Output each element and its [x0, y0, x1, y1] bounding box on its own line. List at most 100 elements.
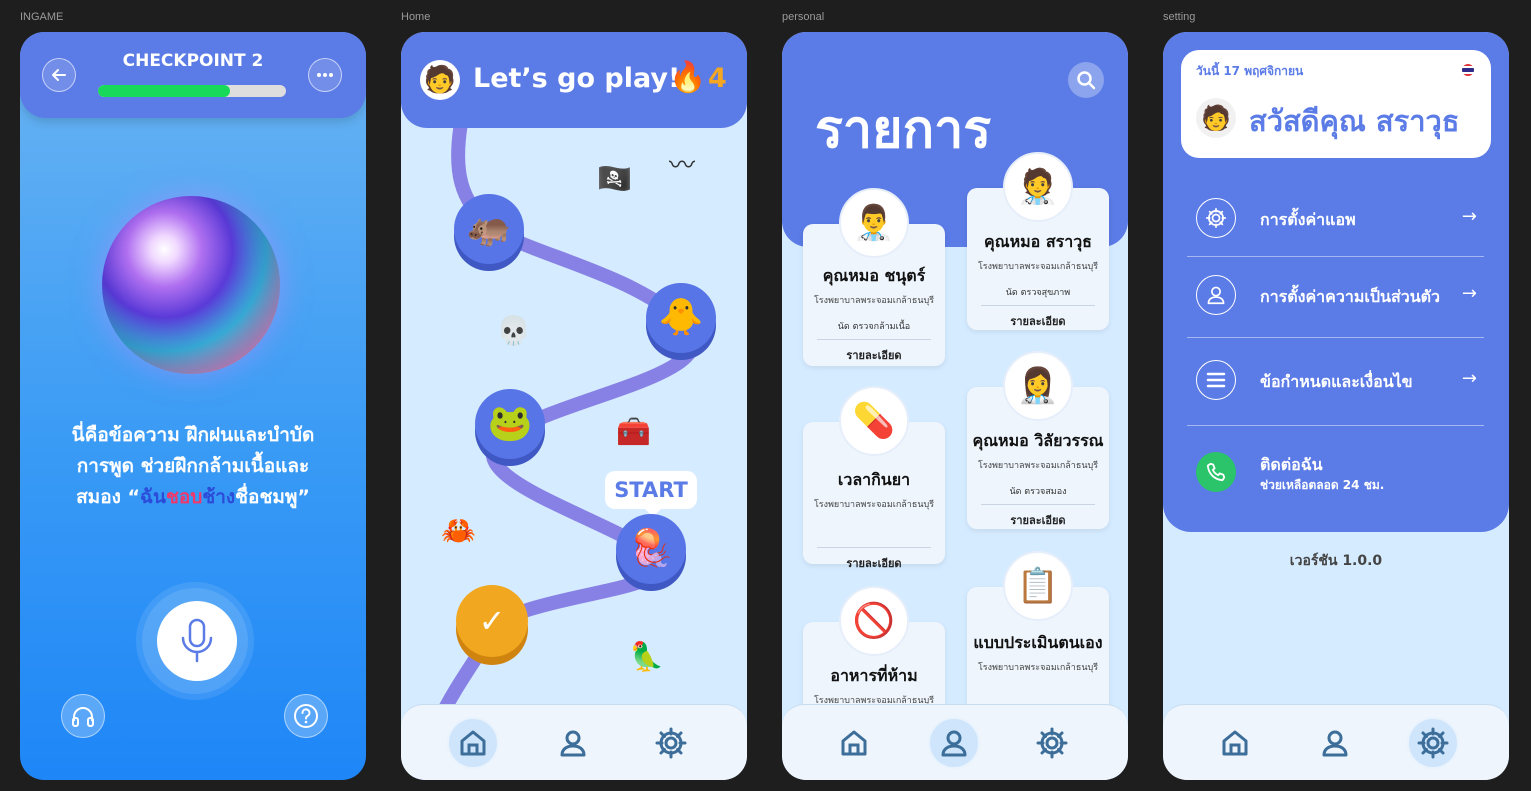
card-doctor-chanut[interactable]: 👨‍⚕️ คุณหมอ ชนุตร์ โรงพยาบาลพระจอมเกล้าธ… [803, 188, 945, 366]
card-subtitle [803, 523, 945, 541]
user-icon [560, 730, 586, 757]
completed-level-node[interactable]: ✓ [456, 585, 528, 657]
level-path [414, 105, 701, 780]
card-subtitle: นัด ตรวจสุขภาพ [1005, 288, 1071, 298]
nav-home[interactable] [828, 717, 880, 769]
bottom-nav [782, 704, 1128, 780]
greeting-name: สวัสดีคุณ สราวุธ [1249, 104, 1460, 138]
card-subtitle: นัด ตรวจกล้ามเนื้อ [837, 322, 911, 332]
no-food-icon: 🚫 [839, 586, 909, 656]
card-title: แบบประเมินตนเอง [973, 633, 1103, 652]
nav-home[interactable] [1209, 717, 1261, 769]
nav-profile[interactable] [1309, 717, 1361, 769]
gear-icon [1036, 727, 1068, 759]
frame-label-personal: personal [782, 11, 825, 23]
card-hospital: โรงพยาบาลพระจอมเกล้าธนบุรี [813, 296, 935, 306]
greeting-card: วันนี้ 17 พฤศจิกายน 🧑 สวัสดีคุณ สราวุธ [1181, 50, 1491, 158]
settings-item-privacy[interactable]: การตั้งค่าความเป็นส่วนตัว → [1187, 257, 1485, 335]
help-icon [294, 704, 318, 728]
card-hospital: โรงพยาบาลพระจอมเกล้าธนบุรี [977, 663, 1099, 673]
more-dots-icon[interactable] [308, 58, 342, 92]
page-title: รายการ [815, 100, 992, 160]
divider [1187, 337, 1484, 338]
card-hospital: โรงพยาบาลพระจอมเกล้าธนบุรี [813, 500, 935, 510]
doctor-avatar-icon: 👩‍⚕️ [1003, 351, 1073, 421]
avatar[interactable]: 🧑 [420, 60, 460, 100]
frog-icon: 🐸 [487, 403, 533, 444]
phone-icon[interactable] [1196, 452, 1236, 492]
nav-home[interactable] [447, 717, 499, 769]
ai-orb [102, 196, 280, 374]
settings-item-app[interactable]: การตั้งค่าแอพ → [1187, 180, 1485, 258]
streak-count: 4 [708, 63, 727, 94]
level-node-hippo[interactable]: 🦛 [454, 194, 524, 264]
nav-settings[interactable] [645, 717, 697, 769]
home-icon [841, 730, 867, 756]
nav-profile[interactable] [928, 717, 980, 769]
crab-icon: 🦀 [441, 514, 476, 547]
card-title: คุณหมอ ชนุตร์ [822, 266, 926, 285]
home-icon [1222, 730, 1248, 756]
gear-icon [1417, 727, 1449, 759]
start-tooltip: START [605, 471, 697, 517]
gear-icon [1196, 198, 1236, 238]
card-detail-link[interactable]: รายละเอียด [817, 339, 931, 364]
setting-screen: วันนี้ 17 พฤศจิกายน 🧑 สวัสดีคุณ สราวุธ ก… [1163, 32, 1509, 780]
card-hospital: โรงพยาบาลพระจอมเกล้าธนบุรี [977, 461, 1099, 471]
practice-prefix: สมอง “ [76, 486, 140, 508]
pirate-ship-icon: 🏴‍☠️ [597, 162, 632, 195]
card-subtitle: นัด ตรวจสมอง [1009, 487, 1067, 497]
contact-title[interactable]: ติดต่อฉัน [1260, 453, 1323, 478]
settings-item-label: การตั้งค่าแอพ [1260, 210, 1356, 229]
jellyfish-icon: 🪼 [628, 528, 674, 569]
home-icon [460, 730, 486, 756]
card-title: คุณหมอ วิลัยวรรณ [972, 431, 1104, 450]
gear-icon [655, 727, 687, 759]
user-icon [1196, 275, 1236, 315]
pirate-bird-icon: 🦜 [629, 640, 664, 673]
practice-line-2: การพูด ช่วยฝึกกล้ามเนื้อและ [76, 455, 310, 477]
skull-icon: 💀 [496, 314, 531, 347]
headphones-button[interactable] [61, 694, 105, 738]
bottom-nav [401, 704, 747, 780]
frame-label-home: Home [401, 11, 431, 23]
card-medicine-time[interactable]: 💊 เวลากินยา โรงพยาบาลพระจอมเกล้าธนบุรี ร… [803, 386, 945, 570]
arrow-right-icon: → [1461, 368, 1477, 389]
hippo-icon: 🦛 [466, 208, 512, 249]
card-doctor-sarawut[interactable]: 🧑‍⚕️ คุณหมอ สราวุธ โรงพยาบาลพระจอมเกล้าธ… [967, 152, 1109, 330]
level-node-frog[interactable]: 🐸 [475, 389, 545, 459]
word-1: ฉัน [140, 486, 166, 508]
search-button[interactable] [1068, 62, 1104, 98]
nav-settings[interactable] [1026, 717, 1078, 769]
card-detail-link[interactable]: รายละเอียด [817, 547, 931, 572]
microphone-button[interactable] [157, 601, 237, 681]
word-3: ช้าง [202, 486, 236, 508]
avatar[interactable]: 🧑 [1196, 98, 1236, 138]
search-icon [1077, 71, 1096, 90]
level-node-chick[interactable]: 🐥 [646, 283, 716, 353]
card-title: เวลากินยา [837, 470, 911, 489]
bottom-nav [1163, 704, 1509, 780]
nav-profile[interactable] [547, 717, 599, 769]
headphones-icon [72, 707, 94, 727]
level-node-jellyfish[interactable]: 🪼 [616, 514, 686, 584]
pill-icon: 💊 [839, 386, 909, 456]
nav-settings[interactable] [1407, 717, 1459, 769]
settings-item-terms[interactable]: ข้อกำหนดและเงื่อนไข → [1187, 342, 1485, 420]
card-detail-link[interactable]: รายละเอียด [981, 504, 1095, 529]
doctor-avatar-icon: 🧑‍⚕️ [1003, 152, 1073, 222]
checklist-icon: 📋 [1003, 551, 1073, 621]
settings-item-label: ข้อกำหนดและเงื่อนไข [1260, 372, 1413, 391]
card-title: อาหารที่ห้าม [830, 666, 918, 685]
frame-label-ingame: INGAME [20, 11, 64, 23]
home-header: 🧑 Let’s go play! 🔥 4 [401, 32, 747, 128]
user-icon [1322, 730, 1348, 757]
help-button[interactable] [284, 694, 328, 738]
card-doctor-wilaiwan[interactable]: 👩‍⚕️ คุณหมอ วิลัยวรรณ โรงพยาบาลพระจอมเกล… [967, 351, 1109, 529]
thai-flag-icon[interactable] [1462, 64, 1474, 76]
home-screen: 🧑 Let’s go play! 🔥 4 🏴‍☠️ 〰 🦛 🐥 💀 🐸 🧰 ST… [401, 32, 747, 780]
card-detail-link[interactable]: รายละเอียด [981, 305, 1095, 330]
card-title: คุณหมอ สราวุธ [984, 232, 1092, 251]
settings-item-label: การตั้งค่าความเป็นส่วนตัว [1260, 287, 1440, 306]
word-2: ชอบ [165, 486, 203, 508]
